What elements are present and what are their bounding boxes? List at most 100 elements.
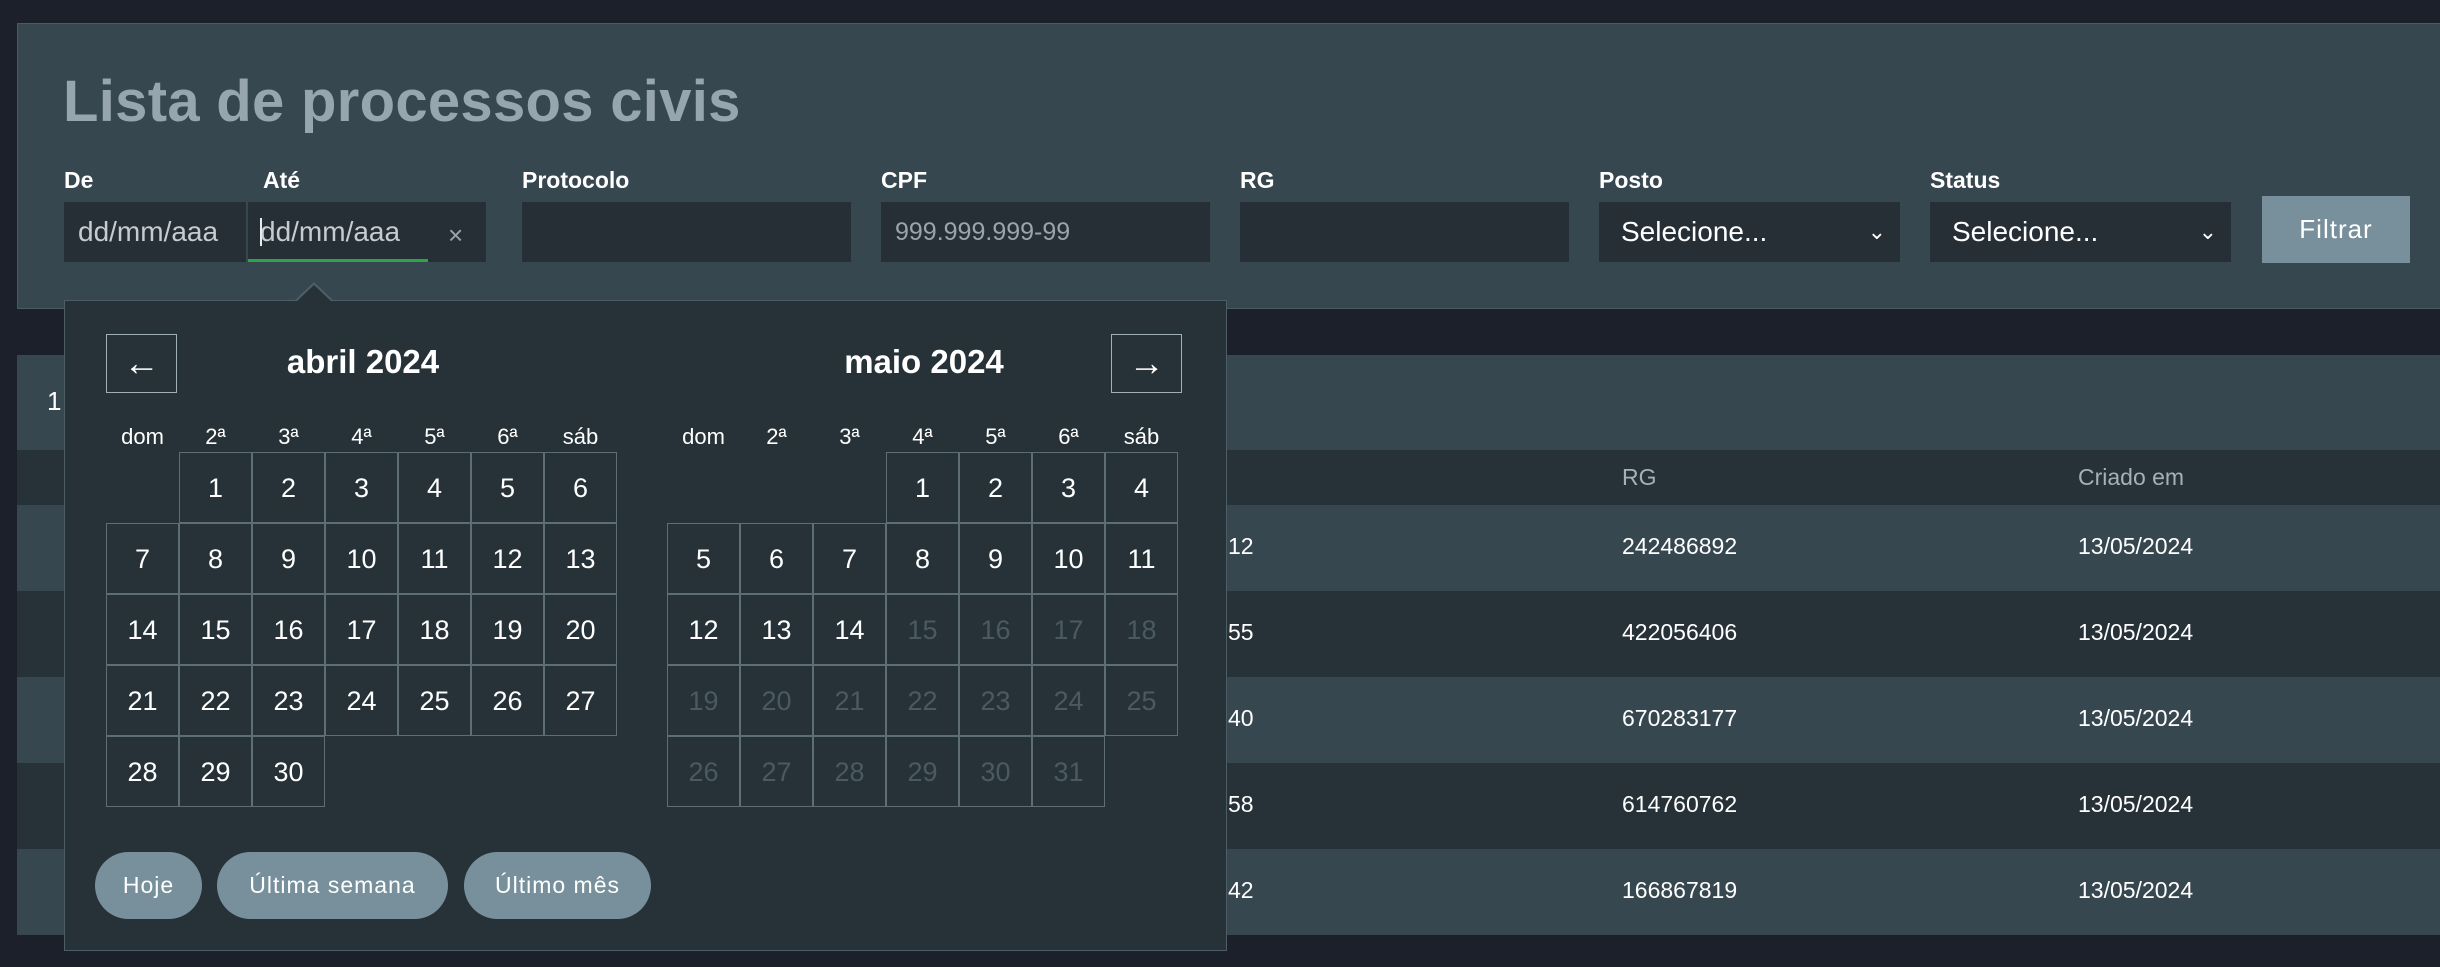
calendar-day[interactable]: 3: [325, 452, 398, 523]
chevron-down-icon: ⌄: [1867, 219, 1886, 244]
next-month-button[interactable]: →: [1111, 334, 1182, 393]
calendar-day[interactable]: 26: [471, 665, 544, 736]
posto-label: Posto: [1599, 167, 1663, 193]
rg-input[interactable]: [1240, 202, 1569, 262]
calendar-day[interactable]: 4: [398, 452, 471, 523]
cpf-label: CPF: [881, 167, 927, 193]
de-date-input[interactable]: dd/mm/aaa: [64, 202, 246, 262]
calendar-day[interactable]: 17: [325, 594, 398, 665]
weekday-header: 4ª: [351, 424, 372, 449]
calendar-day[interactable]: 4: [1105, 452, 1178, 523]
calendar-day[interactable]: 23: [252, 665, 325, 736]
column-header-rg[interactable]: RG: [1622, 464, 1657, 491]
calendar-day: 26: [667, 736, 740, 807]
calendar-day[interactable]: 22: [179, 665, 252, 736]
weekday-header: 6ª: [1058, 424, 1079, 449]
calendar-day[interactable]: 11: [398, 523, 471, 594]
calendar-day[interactable]: 9: [252, 523, 325, 594]
weekday-header: 3ª: [839, 424, 860, 449]
table-cell: 42: [1228, 877, 1254, 903]
weekday-header: sáb: [1123, 424, 1160, 449]
page-title: Lista de processos civis: [63, 69, 741, 134]
weekday-header: sáb: [562, 424, 599, 449]
cpf-input[interactable]: 999.999.999-99: [881, 202, 1210, 262]
table-cell-rg: 166867819: [1622, 877, 1738, 903]
calendar-day[interactable]: 25: [398, 665, 471, 736]
calendar-day[interactable]: 29: [179, 736, 252, 807]
calendar-day[interactable]: 9: [959, 523, 1032, 594]
calendar-day[interactable]: 15: [179, 594, 252, 665]
calendar-day: 19: [667, 665, 740, 736]
calendar-day[interactable]: 11: [1105, 523, 1178, 594]
calendar-day[interactable]: 7: [813, 523, 886, 594]
calendar-day[interactable]: 1: [886, 452, 959, 523]
calendar-day[interactable]: 8: [886, 523, 959, 594]
clear-icon[interactable]: ×: [448, 222, 463, 248]
calendar-day: 22: [886, 665, 959, 736]
calendar-day: 20: [740, 665, 813, 736]
status-select[interactable]: Selecione... ⌄: [1930, 202, 2231, 262]
status-select-value: Selecione...: [1952, 216, 2099, 247]
calendar-day[interactable]: 20: [544, 594, 617, 665]
calendar-day[interactable]: 28: [106, 736, 179, 807]
calendar-day[interactable]: 12: [471, 523, 544, 594]
calendar-day: 31: [1032, 736, 1105, 807]
protocolo-input[interactable]: [522, 202, 851, 262]
calendar-day[interactable]: 21: [106, 665, 179, 736]
calendar-day[interactable]: 5: [471, 452, 544, 523]
table-cell: 12: [1228, 533, 1254, 559]
table-cell-rg: 614760762: [1622, 791, 1738, 817]
column-header-criado-em[interactable]: Criado em: [2078, 464, 2184, 491]
weekday-header: dom: [682, 424, 725, 449]
calendar-day[interactable]: 10: [1032, 523, 1105, 594]
calendar-day[interactable]: 12: [667, 594, 740, 665]
prev-month-button[interactable]: ←: [106, 334, 177, 393]
weekday-header: 6ª: [497, 424, 518, 449]
table-cell-date: 13/05/2024: [2078, 877, 2194, 903]
preset-today-button[interactable]: Hoje: [95, 852, 202, 919]
preset-last-month-button[interactable]: Último mês: [464, 852, 651, 919]
text-caret: [260, 218, 262, 246]
weekday-header: 4ª: [912, 424, 933, 449]
protocolo-label: Protocolo: [522, 167, 630, 193]
ate-label: Até: [263, 167, 301, 193]
calendar-day[interactable]: 5: [667, 523, 740, 594]
calendar-day[interactable]: 27: [544, 665, 617, 736]
weekday-header: 2ª: [766, 424, 787, 449]
calendar-day: 18: [1105, 594, 1178, 665]
calendar-day[interactable]: 18: [398, 594, 471, 665]
calendar-day[interactable]: 8: [179, 523, 252, 594]
calendar-day[interactable]: 16: [252, 594, 325, 665]
calendar-day: 30: [959, 736, 1032, 807]
calendar-day[interactable]: 6: [544, 452, 617, 523]
calendar-day[interactable]: 24: [325, 665, 398, 736]
month-title-right: maio 2024: [844, 343, 1004, 380]
arrow-left-icon: ←: [123, 342, 160, 383]
calendar-day[interactable]: 30: [252, 736, 325, 807]
calendar-day[interactable]: 2: [252, 452, 325, 523]
table-cell-date: 13/05/2024: [2078, 533, 2194, 559]
calendar-day: 24: [1032, 665, 1105, 736]
calendar-day[interactable]: 14: [813, 594, 886, 665]
calendar-day[interactable]: 3: [1032, 452, 1105, 523]
calendar-day: 25: [1105, 665, 1178, 736]
calendar-day[interactable]: 2: [959, 452, 1032, 523]
table-cell: 58: [1228, 791, 1254, 817]
calendar-day[interactable]: 7: [106, 523, 179, 594]
popup-arrow-inner: [296, 285, 332, 302]
calendar-day[interactable]: 13: [740, 594, 813, 665]
table-cell: 40: [1228, 705, 1254, 731]
table-cell-rg: 242486892: [1622, 533, 1738, 559]
calendar-day[interactable]: 13: [544, 523, 617, 594]
calendar-day: 16: [959, 594, 1032, 665]
calendar-day[interactable]: 6: [740, 523, 813, 594]
filter-button[interactable]: Filtrar: [2262, 196, 2410, 263]
calendar-day[interactable]: 19: [471, 594, 544, 665]
result-count: 1: [47, 386, 62, 416]
preset-last-week-button[interactable]: Última semana: [217, 852, 448, 919]
posto-select[interactable]: Selecione... ⌄: [1599, 202, 1900, 262]
calendar-day[interactable]: 1: [179, 452, 252, 523]
calendar-day[interactable]: 14: [106, 594, 179, 665]
arrow-right-icon: →: [1128, 342, 1165, 383]
calendar-day[interactable]: 10: [325, 523, 398, 594]
